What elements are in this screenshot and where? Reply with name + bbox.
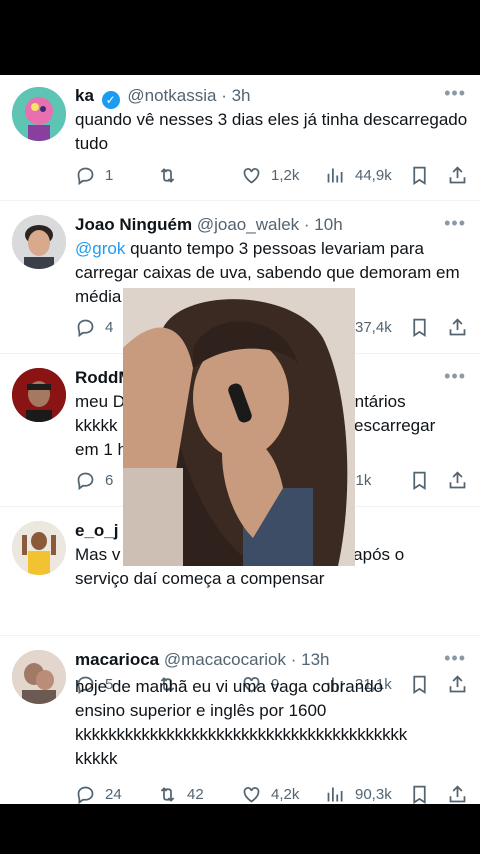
views-icon [327, 787, 343, 801]
heart-icon [243, 167, 260, 184]
tweet-actions: 24 42 4,2k 90,3k [75, 782, 475, 804]
reply-icon [77, 319, 94, 337]
share-icon [449, 165, 466, 183]
username[interactable]: @joao_walek [197, 215, 299, 234]
bookmark-button[interactable] [409, 163, 439, 187]
tweet-text: quando vê nesses 3 dias eles já tinha de… [75, 110, 468, 153]
avatar[interactable] [12, 87, 66, 141]
bookmark-icon [413, 785, 426, 804]
reply-icon [77, 786, 94, 804]
tweet-header: e_o_j [75, 521, 118, 541]
repost-icon [160, 786, 175, 802]
avatar[interactable] [12, 368, 66, 422]
more-icon[interactable]: ••• [444, 213, 466, 234]
mention-link[interactable]: @grok [75, 239, 125, 258]
tweet-text-fragment: Mas v [75, 545, 121, 564]
tweet-header: macarioca @macacocariok · 13h [75, 650, 329, 670]
display-name[interactable]: macarioca [75, 650, 159, 669]
repost-count: 42 [187, 785, 204, 803]
share-button[interactable] [447, 163, 477, 187]
share-button[interactable] [447, 782, 477, 804]
reply-button[interactable]: 6 [75, 468, 113, 492]
reply-button[interactable]: 1 [75, 163, 113, 187]
more-icon[interactable]: ••• [444, 648, 466, 669]
timestamp[interactable]: · 13h [291, 650, 330, 669]
avatar-image [12, 368, 66, 422]
avatar-image [12, 215, 66, 269]
display-name[interactable]: e_o_j [75, 521, 118, 540]
tweet-text-line: kkkkk [75, 749, 118, 768]
tweet-actions: 1 1,2k 44,9k [75, 163, 475, 187]
more-icon[interactable]: ••• [444, 83, 466, 104]
tweet-text-fragment: meu D [75, 392, 126, 411]
views-count: 44,9k [355, 166, 392, 184]
views-count: 90,3k [355, 785, 392, 803]
views-count: 37,4k [355, 318, 392, 336]
bookmark-button[interactable] [409, 782, 439, 804]
avatar-image [12, 650, 66, 704]
person-with-microphone-image [123, 288, 355, 566]
like-button[interactable]: 1,2k [241, 163, 299, 187]
repost-icon [160, 167, 175, 183]
reply-icon [77, 167, 94, 185]
username[interactable]: @macacocariok [164, 650, 286, 669]
reply-count: 1 [105, 166, 114, 184]
video-overlay [123, 288, 355, 566]
repost-button[interactable] [157, 163, 187, 187]
reply-count: 24 [105, 785, 122, 803]
display-name[interactable]: Joao Ninguém [75, 215, 192, 234]
avatar[interactable] [12, 215, 66, 269]
tweet[interactable]: ka ✓ @notkassia · 3h ••• quando vê nesse… [0, 75, 480, 201]
display-name[interactable]: ka [75, 86, 94, 105]
reply-button[interactable]: 24 [75, 782, 122, 804]
avatar[interactable] [12, 650, 66, 704]
tweet-header: Joao Ninguém @joao_walek · 10h [75, 215, 343, 235]
more-icon[interactable]: ••• [444, 366, 466, 387]
share-icon [449, 784, 466, 802]
reply-icon [77, 472, 94, 490]
views-button[interactable]: 90,3k [325, 782, 392, 804]
share-icon [449, 470, 466, 488]
like-button[interactable]: 4,2k [241, 782, 299, 804]
share-button[interactable] [447, 315, 477, 339]
bookmark-button[interactable] [409, 315, 439, 339]
reply-button[interactable]: 4 [75, 315, 113, 339]
tweet-text-fragment: escarregar [354, 416, 436, 435]
bookmark-icon [413, 318, 426, 337]
repost-button[interactable]: 42 [157, 782, 204, 804]
views-button[interactable]: 44,9k [325, 163, 392, 187]
avatar[interactable] [12, 521, 66, 575]
timestamp[interactable]: · 10h [304, 215, 343, 234]
like-count: 4,2k [271, 785, 300, 803]
share-icon [449, 317, 466, 335]
tweet-header: ka ✓ @notkassia · 3h [75, 86, 251, 109]
bookmark-icon [413, 166, 426, 185]
tweet-text-fragment: kkkkk [75, 416, 118, 435]
heart-icon [243, 786, 260, 803]
verified-icon: ✓ [101, 91, 120, 109]
timestamp[interactable]: · 3h [221, 86, 250, 105]
username[interactable]: @notkassia [127, 86, 216, 105]
bookmark-icon [413, 471, 426, 490]
tweet-text-fragment: em 1 h [75, 440, 127, 459]
reply-count: 4 [105, 318, 114, 336]
avatar-image [12, 87, 66, 141]
timeline-feed: ka ✓ @notkassia · 3h ••• quando vê nesse… [0, 75, 480, 804]
like-count: 1,2k [271, 166, 300, 184]
avatar-image [12, 521, 66, 575]
tweet-text-line: kkkkkkkkkkkkkkkkkkkkkkkkkkkkkkkkkkkkkkkk [75, 725, 408, 744]
tweet[interactable]: macarioca @macacocariok · 13h ••• hoje d… [0, 636, 480, 804]
share-button[interactable] [447, 468, 477, 492]
views-icon [327, 168, 343, 182]
tweet-text-line: ensino superior e inglês por 1600 [75, 701, 327, 720]
bookmark-button[interactable] [409, 468, 439, 492]
tweet-text-fragment: serviço daí começa a compensar [75, 569, 325, 588]
tweet-text-line: hoje de manhã eu vi uma vaga cobrando [75, 677, 384, 696]
reply-count: 6 [105, 471, 114, 489]
